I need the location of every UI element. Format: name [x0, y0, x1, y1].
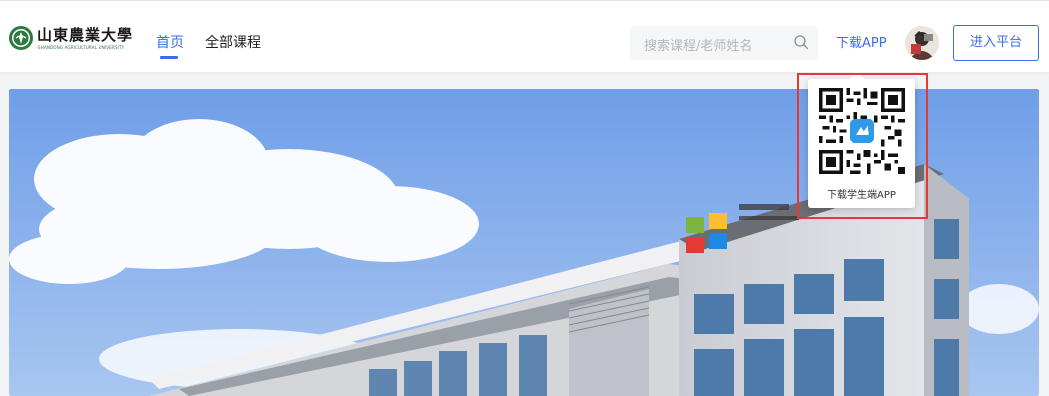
- university-name-en: SHANDONG AGRICULTURAL UNIVERSITY: [38, 45, 125, 50]
- search-box[interactable]: 搜索课程/老师姓名: [630, 26, 818, 60]
- avatar[interactable]: [905, 26, 939, 60]
- nav-active-indicator: [160, 56, 178, 59]
- highlight-box: [797, 73, 928, 219]
- university-logo[interactable]: 山東農業大學 SHANDONG AGRICULTURAL UNIVERSITY: [8, 23, 150, 63]
- enter-platform-button[interactable]: 进入平台: [953, 25, 1039, 61]
- nav-all-courses[interactable]: 全部课程: [205, 32, 261, 52]
- search-icon[interactable]: [793, 34, 809, 50]
- nav-home[interactable]: 首页: [156, 32, 184, 52]
- top-navbar: 山東農業大學 SHANDONG AGRICULTURAL UNIVERSITY …: [0, 0, 1049, 72]
- university-name: 山東農業大學: [37, 26, 134, 44]
- search-input[interactable]: 搜索课程/老师姓名: [644, 35, 752, 54]
- avatar-image-icon: [905, 26, 939, 60]
- university-emblem-icon: [9, 26, 33, 50]
- download-app-link[interactable]: 下载APP: [836, 32, 887, 51]
